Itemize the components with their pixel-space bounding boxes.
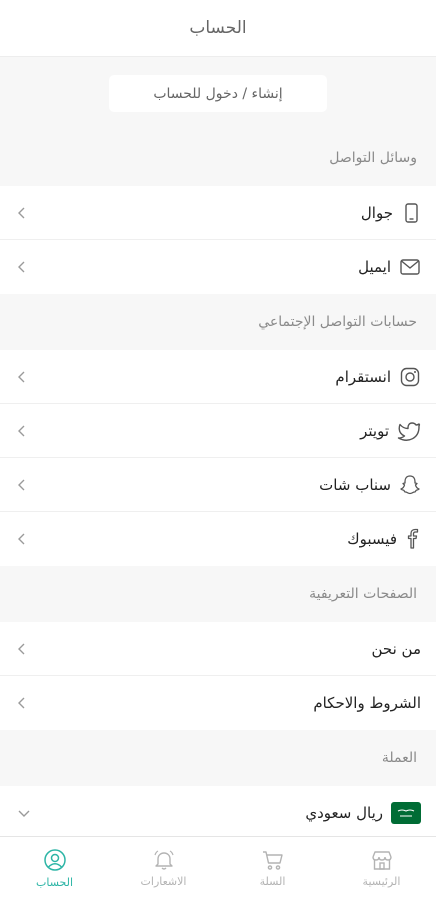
- tab-notifications[interactable]: الاشعارات: [109, 837, 218, 900]
- section-title-pages: الصفحات التعريفية: [309, 586, 417, 602]
- page-title: الحساب: [189, 18, 247, 38]
- user-icon: [43, 848, 67, 872]
- row-email[interactable]: ايميل: [0, 240, 436, 294]
- tab-label: السلة: [259, 875, 286, 888]
- login-register-button[interactable]: إنشاء / دخول للحساب: [109, 75, 327, 112]
- currency-selected-label: ريال سعودي: [305, 804, 383, 822]
- row-terms[interactable]: الشروط والاحكام: [0, 676, 436, 730]
- tab-account[interactable]: الحساب: [0, 837, 109, 900]
- row-label: ايميل: [358, 258, 391, 276]
- chevron-left-icon: [17, 478, 27, 492]
- mobile-icon: [401, 202, 421, 224]
- tab-label: الاشعارات: [140, 875, 187, 888]
- chevron-left-icon: [17, 370, 27, 384]
- login-section: إنشاء / دخول للحساب: [0, 57, 436, 130]
- mail-icon: [399, 258, 421, 276]
- social-list: انستقرام تويتر سناب شات فيسبوك: [0, 350, 436, 566]
- facebook-icon: [405, 528, 421, 550]
- row-label: جوال: [360, 203, 393, 222]
- bottom-tab-bar: الرئيسية السلة الاشعارات الحساب: [0, 836, 436, 900]
- row-label: انستقرام: [335, 367, 391, 386]
- row-facebook[interactable]: فيسبوك: [0, 512, 436, 566]
- row-label: تويتر: [360, 421, 389, 440]
- bell-icon: [152, 849, 176, 871]
- store-icon: [370, 849, 394, 871]
- row-label: الشروط والاحكام: [313, 694, 421, 712]
- tab-cart[interactable]: السلة: [218, 837, 327, 900]
- contact-list: جوال ايميل: [0, 186, 436, 294]
- section-title-social: حسابات التواصل الإجتماعي: [258, 314, 417, 330]
- snapchat-icon: [399, 474, 421, 496]
- row-label: فيسبوك: [347, 530, 397, 548]
- tab-home[interactable]: الرئيسية: [327, 837, 436, 900]
- chevron-left-icon: [17, 696, 27, 710]
- chevron-left-icon: [17, 260, 27, 274]
- section-title-currency: العملة: [381, 750, 417, 766]
- instagram-icon: [399, 366, 421, 388]
- chevron-left-icon: [17, 642, 27, 656]
- currency-select[interactable]: ريال سعودي: [0, 786, 436, 840]
- row-label: سناب شات: [319, 475, 391, 494]
- chevron-left-icon: [17, 206, 27, 220]
- row-about-us[interactable]: من نحن: [0, 622, 436, 676]
- row-label: من نحن: [371, 639, 422, 658]
- twitter-icon: [397, 421, 421, 441]
- tab-label: الحساب: [35, 876, 74, 889]
- currency-list: ريال سعودي: [0, 786, 436, 840]
- row-mobile[interactable]: جوال: [0, 186, 436, 240]
- chevron-down-icon: [17, 808, 31, 818]
- page-header: الحساب: [0, 0, 436, 57]
- row-instagram[interactable]: انستقرام: [0, 350, 436, 404]
- row-snapchat[interactable]: سناب شات: [0, 458, 436, 512]
- chevron-left-icon: [17, 424, 27, 438]
- pages-list: من نحن الشروط والاحكام: [0, 622, 436, 730]
- row-twitter[interactable]: تويتر: [0, 404, 436, 458]
- saudi-flag-icon: [391, 802, 421, 824]
- cart-icon: [261, 849, 285, 871]
- tab-label: الرئيسية: [362, 875, 401, 888]
- chevron-left-icon: [17, 532, 27, 546]
- section-title-contact: وسائل التواصل: [329, 150, 417, 166]
